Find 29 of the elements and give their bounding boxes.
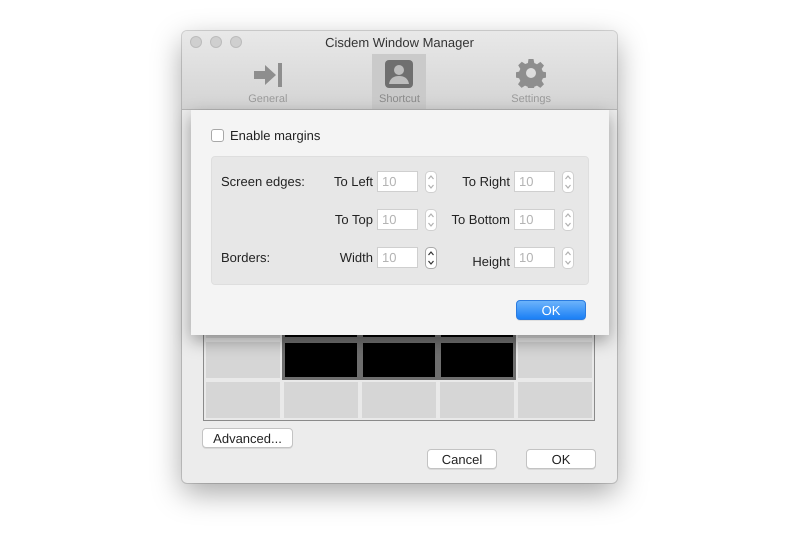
ok-button[interactable]: OK [516,300,586,320]
field-label: Width [338,249,373,265]
grid-cell[interactable] [518,342,592,378]
toolbar-tab[interactable]: Settings [504,54,558,109]
enable-margins-checkbox[interactable] [211,129,224,142]
grid-cell[interactable] [206,342,280,378]
window-title: Cisdem Window Manager [325,34,474,50]
toolbar-tab[interactable]: Shortcut [372,54,426,109]
toolbar-tab[interactable]: General [240,54,295,109]
group-label: Borders: [221,249,272,265]
grid-cell[interactable] [360,340,438,380]
field-label: To Bottom [450,211,510,227]
gear-icon [516,58,546,88]
cancel-button[interactable]: Cancel [427,449,497,469]
checkbox-label: Enable margins [230,128,320,143]
grid-cell[interactable] [438,340,516,380]
zoom-button[interactable] [230,36,242,48]
field-label: To Left [332,173,373,189]
field-label: Height [471,253,510,269]
minimize-button[interactable] [210,36,222,48]
arrow-to-bar-icon [252,62,284,88]
grid-cell[interactable] [282,340,360,380]
advanced-button[interactable]: Advanced... [202,428,293,448]
person-icon [385,60,414,88]
field-label: To Top [334,211,373,227]
ok-button[interactable]: OK [526,449,596,469]
group-label: Screen edges: [221,173,306,189]
field-label: To Right [461,173,510,189]
close-button[interactable] [190,36,202,48]
